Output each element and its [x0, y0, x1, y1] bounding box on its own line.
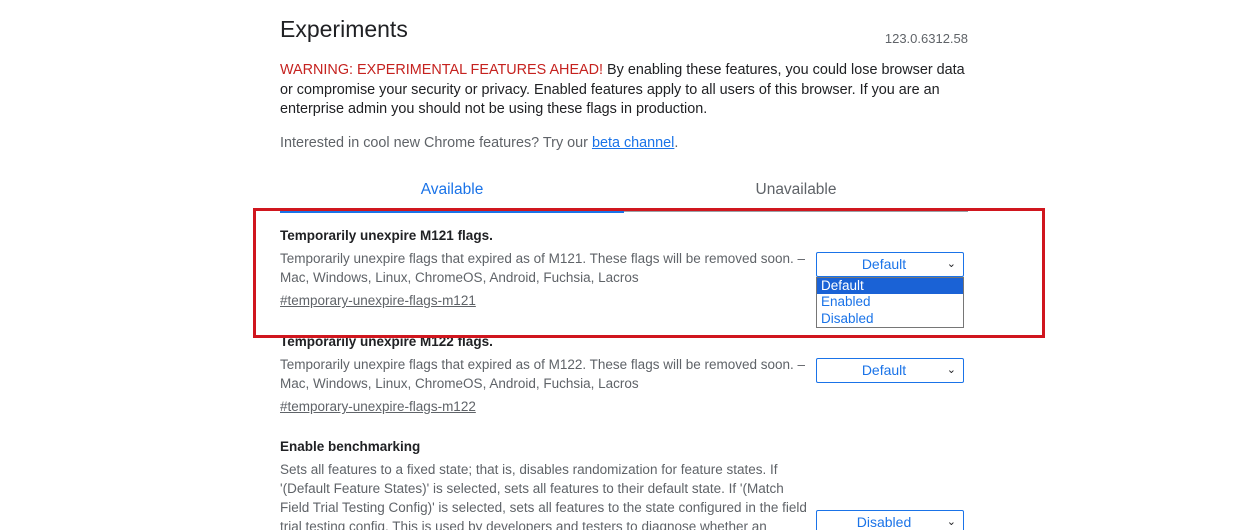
chevron-down-icon: ⌄: [946, 364, 956, 376]
tab-unavailable[interactable]: Unavailable: [624, 181, 968, 199]
chevron-down-icon: ⌄: [946, 516, 956, 528]
tab-available[interactable]: Available: [280, 181, 624, 199]
beta-promo-suffix: .: [674, 135, 679, 151]
beta-promo-text: Interested in cool new Chrome features? …: [280, 135, 592, 151]
flag-description: Temporarily unexpire flags that expired …: [280, 357, 806, 391]
page-title: Experiments: [280, 16, 408, 42]
flag-item: Enable benchmarking Sets all features to…: [280, 439, 810, 530]
flag-state-select[interactable]: Default ⌄: [816, 358, 964, 383]
flag-state-select[interactable]: Disabled ⌄: [816, 510, 964, 530]
warning-prefix: WARNING: EXPERIMENTAL FEATURES AHEAD!: [280, 62, 604, 78]
flags-page: Experiments 123.0.6312.58 WARNING: EXPER…: [0, 0, 1245, 530]
select-value: Disabled: [856, 514, 912, 530]
flag-anchor-link[interactable]: #temporary-unexpire-flags-m122: [280, 399, 476, 414]
flag-title: Enable benchmarking: [280, 439, 421, 454]
warning-text: WARNING: EXPERIMENTAL FEATURES AHEAD! By…: [280, 61, 970, 120]
flag-description: Sets all features to a fixed state; that…: [280, 462, 807, 530]
select-value: Default: [861, 362, 907, 378]
version-label: 123.0.6312.58: [884, 31, 968, 46]
beta-promo: Interested in cool new Chrome features? …: [280, 135, 678, 151]
flag-item: Temporarily unexpire M122 flags. Tempora…: [280, 334, 810, 416]
beta-channel-link[interactable]: beta channel: [592, 135, 674, 151]
highlight-annotation-box: [253, 208, 1045, 338]
